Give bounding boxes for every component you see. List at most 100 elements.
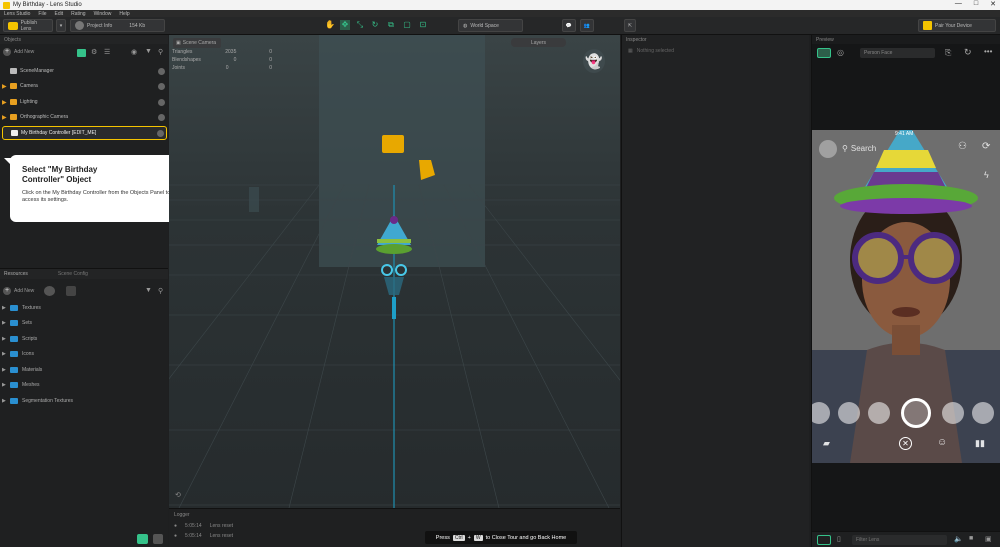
menu-window[interactable]: Window <box>94 11 112 17</box>
visibility-toggle-icon[interactable] <box>158 113 165 121</box>
maximize-button[interactable]: □ <box>974 0 978 8</box>
project-info-button[interactable]: Project Info 154 Kb <box>70 19 165 32</box>
community-icon[interactable]: 👥 <box>580 19 594 32</box>
stories-icon[interactable]: ▮▮ <box>975 438 985 449</box>
lens-thumb[interactable] <box>868 402 890 424</box>
bounds-tool-icon[interactable]: ▢ <box>402 20 412 30</box>
refresh-icon[interactable]: ↻ <box>964 47 972 58</box>
preview-mode-icon[interactable] <box>817 48 831 58</box>
flip-camera-icon[interactable]: ⟳ <box>982 141 990 152</box>
phone-icon[interactable]: ▯ <box>837 535 841 543</box>
space-select[interactable]: ◍ World Space <box>458 19 523 32</box>
scene-camera-select[interactable]: ▣ Scene Camera <box>173 38 221 48</box>
menu-edit[interactable]: Edit <box>54 11 63 17</box>
add-friend-icon[interactable]: ⚇ <box>958 141 967 152</box>
hierarchy-icon[interactable]: ☰ <box>104 48 110 56</box>
object-item-scenemanager[interactable]: SceneManager <box>2 65 167 77</box>
folder-meshes[interactable]: ▶ Meshes <box>2 379 167 391</box>
expand-arrow-icon[interactable]: ▶ <box>2 305 10 311</box>
rotate-tool-icon[interactable]: ↻ <box>370 20 380 30</box>
search-icon[interactable]: ⚲ <box>158 48 163 56</box>
device-preview-icon[interactable] <box>817 535 831 545</box>
new-file-icon[interactable] <box>66 286 76 296</box>
webcam-icon[interactable]: ◎ <box>837 48 844 57</box>
folder-materials[interactable]: ▶ Materials <box>2 364 167 376</box>
person-select[interactable]: Person Face <box>860 48 935 58</box>
search-bar[interactable]: ⚲ Search <box>842 144 876 153</box>
expand-arrow-icon[interactable]: ▶ <box>2 83 10 90</box>
move-tool-icon[interactable]: ✥ <box>340 20 350 30</box>
expand-arrow-icon[interactable]: ▶ <box>2 367 10 373</box>
snapshot-icon[interactable]: ⎘ <box>945 48 951 58</box>
visibility-toggle-icon[interactable] <box>158 67 165 75</box>
menu-rating[interactable]: Rating <box>71 11 85 17</box>
expand-arrow-icon[interactable]: ▶ <box>2 398 10 404</box>
filter-lens-input[interactable]: Filter Lens <box>852 535 947 545</box>
folder-sets[interactable]: ▶ Sets <box>2 317 167 329</box>
settings-icon[interactable]: ⚙ <box>91 48 97 56</box>
object-item-lighting[interactable]: ▶ Lighting <box>2 96 167 108</box>
object-item-orthographic-camera[interactable]: ▶ Orthographic Camera <box>2 111 167 123</box>
list-view-icon[interactable] <box>137 534 148 544</box>
filter-icon[interactable]: ▼ <box>145 287 152 294</box>
add-new-object-button[interactable]: + Add New <box>3 48 34 56</box>
lens-thumb[interactable] <box>838 402 860 424</box>
close-button[interactable]: ✕ <box>990 0 996 8</box>
more-options-icon[interactable]: ••• <box>984 47 992 56</box>
export-icon[interactable]: ⇱ <box>624 19 636 32</box>
scene-viewport[interactable]: ▣ Scene Camera Layers Triangles 2035 0 Ble… <box>169 35 620 508</box>
layers-select[interactable]: Layers <box>511 38 566 47</box>
object-item-camera[interactable]: ▶ Camera <box>2 80 167 92</box>
object-item-my-birthday-controller[interactable]: My Birthday Controller [EDIT_ME] <box>2 126 167 140</box>
pair-device-button[interactable]: Pair Your Device <box>918 19 996 32</box>
expand-arrow-icon[interactable]: ▶ <box>2 382 10 388</box>
folder-textures[interactable]: ▶ Textures <box>2 302 167 314</box>
profile-avatar[interactable] <box>819 140 837 158</box>
expand-arrow-icon[interactable]: ▶ <box>2 99 10 106</box>
hand-tool-icon[interactable]: ✋ <box>325 20 335 30</box>
menu-help[interactable]: Help <box>119 11 129 17</box>
chat-icon[interactable]: ▰ <box>823 438 830 449</box>
screenshot-icon[interactable]: ▣ <box>985 535 992 543</box>
tab-resources[interactable]: Resources <box>4 271 28 277</box>
expand-arrow-icon[interactable]: ▶ <box>2 320 10 326</box>
rect-tool-icon[interactable]: ⧉ <box>386 20 396 30</box>
list-view-icon[interactable] <box>77 49 86 57</box>
camera-reset-icon[interactable]: ⟲ <box>175 491 181 499</box>
snapchat-ghost-icon[interactable]: 👻 <box>583 49 605 73</box>
search-icon[interactable]: ⚲ <box>158 287 163 295</box>
folder-scripts[interactable]: ▶ Scripts <box>2 333 167 345</box>
minimize-button[interactable]: — <box>955 0 962 8</box>
menu-file[interactable]: File <box>38 11 46 17</box>
visibility-toggle-icon[interactable] <box>158 82 165 90</box>
lens-thumb[interactable] <box>812 402 830 424</box>
folder-icons[interactable]: ▶ Icons <box>2 348 167 360</box>
lens-preview-screen[interactable]: ⚲ Search 9:41 AM ⚇ ⟳ ϟ ▰ ✕ ☺ ▮▮ <box>812 130 1000 463</box>
volume-icon[interactable]: 🔈 <box>954 535 963 543</box>
lens-explorer-icon[interactable]: ☺ <box>937 437 947 448</box>
asset-library-icon[interactable] <box>44 286 55 296</box>
publish-lens-button[interactable]: Publish Lens <box>3 19 53 32</box>
visibility-icon[interactable]: ◉ <box>131 48 137 56</box>
visibility-toggle-icon[interactable] <box>157 129 164 137</box>
folder-segmentation-textures[interactable]: ▶ Segmentation Textures <box>2 395 167 407</box>
expand-arrow-icon[interactable]: ▶ <box>2 351 10 357</box>
scale-tool-icon[interactable]: ⤡ <box>355 20 365 30</box>
filter-icon[interactable]: ▼ <box>145 48 152 55</box>
lens-thumb[interactable] <box>972 402 994 424</box>
expand-arrow-icon[interactable]: ▶ <box>2 114 10 121</box>
expand-arrow-icon[interactable]: ▶ <box>2 336 10 342</box>
comment-icon[interactable]: 💬 <box>562 19 576 32</box>
tab-scene-config[interactable]: Scene Config <box>58 271 88 277</box>
pivot-tool-icon[interactable]: ⊡ <box>418 20 428 30</box>
visibility-toggle-icon[interactable] <box>158 98 165 106</box>
dropdown-chevron-icon[interactable]: ▾ <box>56 19 66 32</box>
record-video-icon[interactable]: ■ <box>969 535 973 542</box>
lens-thumb[interactable] <box>942 402 964 424</box>
close-lens-icon[interactable]: ✕ <box>899 437 912 450</box>
grid-view-icon[interactable] <box>153 534 163 544</box>
menu-lens-studio[interactable]: Lens Studio <box>4 11 30 17</box>
capture-button[interactable] <box>901 398 931 428</box>
flash-icon[interactable]: ϟ <box>984 170 989 180</box>
add-new-resource-button[interactable]: + Add New <box>3 287 34 295</box>
